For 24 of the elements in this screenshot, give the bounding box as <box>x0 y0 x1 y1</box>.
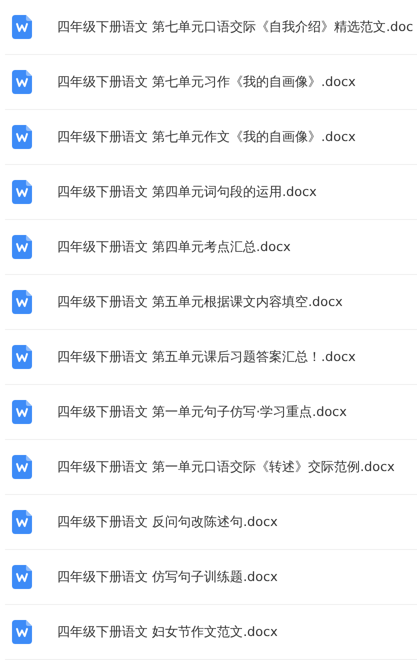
document-icon <box>12 235 32 259</box>
document-icon <box>12 620 32 644</box>
file-name[interactable]: 四年级下册语文 第五单元课后习题答案汇总！.docx <box>57 348 356 366</box>
file-name[interactable]: 四年级下册语文 妇女节作文范文.docx <box>57 624 278 640</box>
document-icon <box>12 455 32 479</box>
document-icon <box>12 15 32 39</box>
document-icon <box>12 510 32 534</box>
file-name[interactable]: 四年级下册语文 第四单元考点汇总.docx <box>57 238 291 256</box>
file-name[interactable]: 四年级下册语文 第七单元作文《我的自画像》.docx <box>57 128 356 146</box>
document-icon <box>12 180 32 204</box>
document-icon <box>12 565 32 589</box>
file-name[interactable]: 四年级下册语文 第一单元口语交际《转述》交际范例.docx <box>57 458 395 476</box>
file-name[interactable]: 四年级下册语文 第四单元词句段的运用.docx <box>57 184 317 200</box>
file-name[interactable]: 四年级下册语文 仿写句子训练题.docx <box>57 568 278 586</box>
document-icon <box>12 125 32 149</box>
file-name[interactable]: 四年级下册语文 第五单元根据课文内容填空.docx <box>57 294 343 310</box>
document-icon <box>12 70 32 94</box>
document-icon <box>12 345 32 369</box>
document-icon <box>12 290 32 314</box>
file-name[interactable]: 四年级下册语文 第七单元口语交际《自我介绍》精选范文.doc <box>57 18 414 36</box>
file-name[interactable]: 四年级下册语文 第七单元习作《我的自画像》.docx <box>57 74 356 90</box>
file-name[interactable]: 四年级下册语文 反问句改陈述句.docx <box>57 514 278 530</box>
file-name[interactable]: 四年级下册语文 第一单元句子仿写·学习重点.docx <box>57 404 347 420</box>
document-icon <box>12 400 32 424</box>
